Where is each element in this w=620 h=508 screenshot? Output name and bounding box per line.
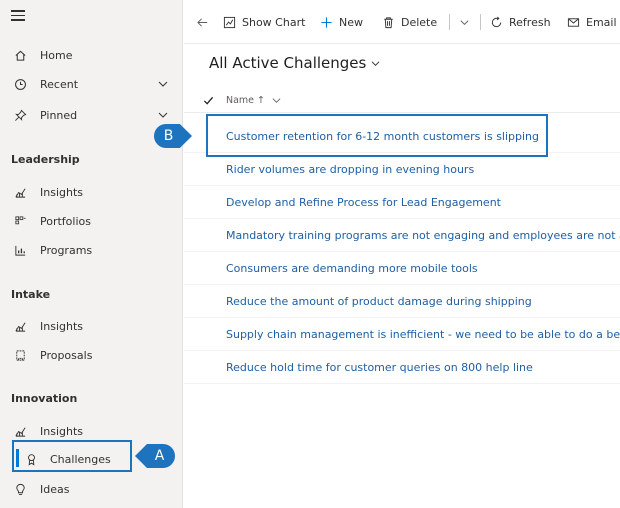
sidebar-item-label: Insights [40, 424, 84, 438]
sidebar-item-label: Insights [40, 319, 84, 333]
sidebar: Home Recent Pinned Leadership Insights P… [0, 0, 183, 508]
command-bar: Show Chart New Delete Refresh Email a [184, 0, 620, 44]
record-link[interactable]: Supply chain management is inefficient -… [226, 328, 620, 341]
sidebar-item-pinned[interactable]: Pinned [0, 101, 182, 129]
column-header-name[interactable]: Name ↑ [226, 95, 281, 106]
sidebar-item-label: Pinned [40, 108, 78, 122]
chevron-down-icon [272, 98, 281, 103]
delete-button[interactable]: Delete [382, 0, 437, 44]
chevron-down-icon[interactable] [158, 79, 168, 89]
record-link[interactable]: Reduce hold time for customer queries on… [226, 361, 533, 374]
grid-header: Name ↑ [184, 89, 620, 113]
clock-icon [13, 77, 27, 91]
page-title: All Active Challenges [209, 54, 367, 72]
section-title-intake: Intake [11, 288, 51, 301]
proposals-icon [13, 348, 27, 362]
section-title-leadership: Leadership [11, 153, 80, 166]
section-title-innovation: Innovation [11, 392, 78, 405]
record-link[interactable]: Rider volumes are dropping in evening ho… [226, 163, 474, 176]
sidebar-item-proposals[interactable]: Proposals [0, 341, 182, 369]
sidebar-item-leadership-insights[interactable]: Insights [0, 178, 182, 206]
sidebar-item-label: Insights [40, 185, 84, 199]
table-row[interactable]: Mandatory training programs are not enga… [184, 219, 620, 252]
chevron-down-icon [460, 19, 469, 25]
callout-label-a: A [154, 448, 165, 464]
record-link[interactable]: Reduce the amount of product damage duri… [226, 295, 532, 308]
sidebar-item-intake-insights[interactable]: Insights [0, 312, 182, 340]
record-link[interactable]: Mandatory training programs are not enga… [226, 229, 620, 242]
email-link-button[interactable]: Email a [567, 0, 620, 44]
pin-icon [13, 108, 27, 122]
sidebar-item-label: Programs [40, 243, 93, 257]
show-chart-button[interactable]: Show Chart [223, 0, 305, 44]
home-icon [13, 48, 27, 62]
sidebar-item-recent[interactable]: Recent [0, 70, 182, 98]
back-arrow-icon [197, 17, 208, 27]
plus-icon [321, 16, 332, 28]
sidebar-item-label: Recent [40, 77, 79, 91]
command-separator [449, 14, 450, 30]
sidebar-item-label: Proposals [40, 348, 93, 362]
refresh-button[interactable]: Refresh [490, 0, 551, 44]
lightbulb-icon [13, 482, 27, 496]
email-label: Email a [586, 15, 620, 29]
callout-box-b [206, 114, 548, 157]
sidebar-item-label: Ideas [40, 482, 70, 496]
callout-label-b: B [163, 128, 174, 144]
chart-icon [223, 16, 236, 28]
sidebar-item-label: Home [40, 48, 73, 62]
show-chart-label: Show Chart [242, 15, 306, 29]
callout-box-a [12, 440, 132, 472]
sidebar-item-home[interactable]: Home [0, 41, 182, 69]
insights-icon [13, 185, 27, 199]
programs-icon [13, 243, 27, 257]
sidebar-item-portfolios[interactable]: Portfolios [0, 207, 182, 235]
chevron-down-icon [371, 61, 380, 67]
chevron-down-icon[interactable] [158, 110, 168, 120]
table-row[interactable]: Supply chain management is inefficient -… [184, 318, 620, 351]
insights-icon [13, 319, 27, 333]
sidebar-item-ideas[interactable]: Ideas [0, 475, 182, 503]
select-all-checkmark-icon[interactable] [203, 95, 214, 106]
insights-icon [13, 424, 27, 438]
delete-label: Delete [401, 15, 438, 29]
hamburger-menu-icon[interactable] [11, 10, 25, 24]
trash-icon [384, 16, 393, 28]
view-selector[interactable]: All Active Challenges [209, 54, 380, 72]
command-separator [480, 14, 481, 30]
back-button[interactable] [196, 0, 215, 44]
portfolios-icon [13, 214, 27, 228]
refresh-label: Refresh [509, 15, 551, 29]
sidebar-item-programs[interactable]: Programs [0, 236, 182, 264]
email-icon [567, 17, 580, 27]
sidebar-item-label: Portfolios [40, 214, 91, 228]
table-row[interactable]: Consumers are demanding more mobile tool… [184, 252, 620, 285]
new-button[interactable]: New [320, 0, 363, 44]
table-row[interactable]: Develop and Refine Process for Lead Enga… [184, 186, 620, 219]
more-commands-dropdown[interactable] [458, 0, 477, 44]
refresh-icon [491, 16, 502, 27]
new-label: New [339, 15, 363, 29]
table-row[interactable]: Rider volumes are dropping in evening ho… [184, 153, 620, 186]
table-row[interactable]: Reduce hold time for customer queries on… [184, 351, 620, 384]
table-row[interactable]: Reduce the amount of product damage duri… [184, 285, 620, 318]
column-header-label: Name ↑ [226, 95, 266, 106]
record-link[interactable]: Consumers are demanding more mobile tool… [226, 262, 478, 275]
record-link[interactable]: Develop and Refine Process for Lead Enga… [226, 196, 501, 209]
